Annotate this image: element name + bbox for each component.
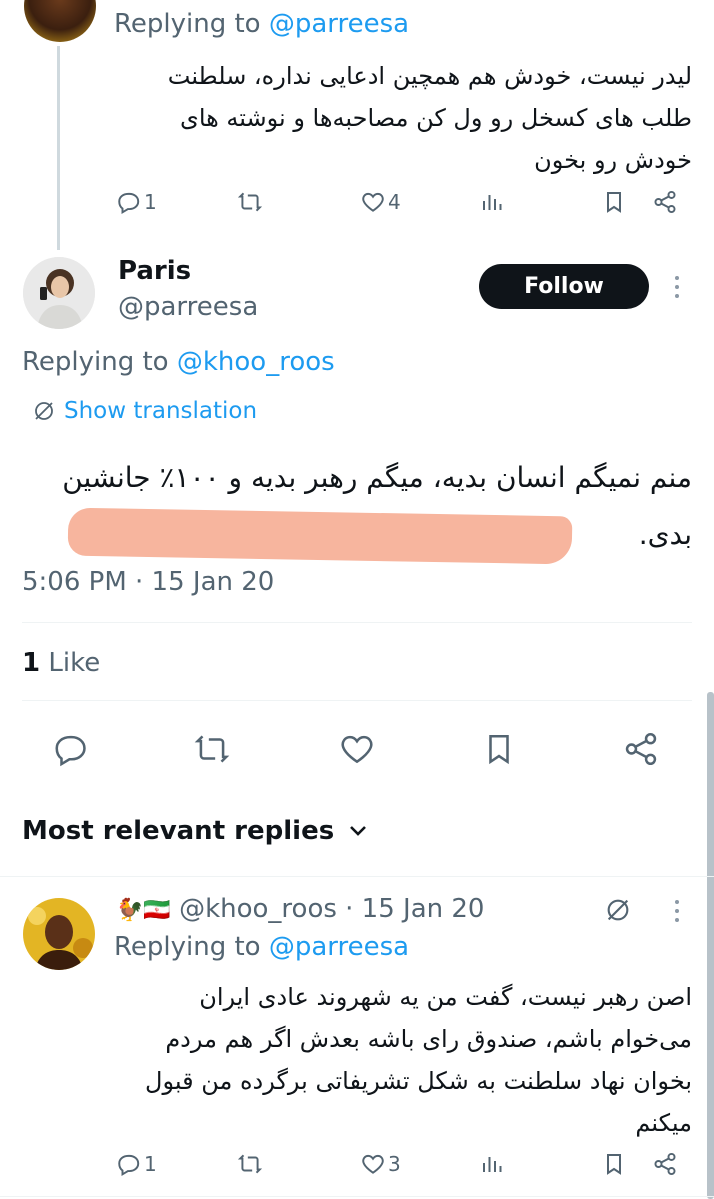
likes-summary[interactable]: 1 Like xyxy=(22,648,100,678)
avatar-khoo-roos-top[interactable] xyxy=(24,0,96,42)
repost-icon xyxy=(194,735,230,763)
more-vertical-icon xyxy=(675,900,679,922)
views-button[interactable] xyxy=(480,190,504,214)
heart-icon xyxy=(360,189,386,215)
globe-slash-icon xyxy=(32,399,56,423)
replying-to-prefix: Replying to xyxy=(114,932,261,962)
more-options-button[interactable] xyxy=(670,272,684,306)
replying-to-prefix: Replying to xyxy=(22,347,169,377)
replying-to-prefix: Replying to xyxy=(114,9,261,39)
bookmark-icon xyxy=(489,734,509,765)
divider xyxy=(0,876,714,877)
replies-sort-dropdown[interactable]: Most relevant replies xyxy=(22,816,368,846)
share-button[interactable] xyxy=(652,189,678,215)
main-share-button[interactable] xyxy=(622,730,660,772)
user-flags: 🐓🇮🇷 xyxy=(116,898,171,923)
like-button[interactable]: 4 xyxy=(360,189,401,215)
tweet-text-line2: بدی. xyxy=(638,518,692,551)
avatar-paris-picture xyxy=(23,257,95,329)
comment-icon xyxy=(116,1151,142,1177)
avatar-paris[interactable] xyxy=(23,257,95,329)
bookmark-icon xyxy=(602,1151,626,1177)
repost-icon xyxy=(236,189,264,215)
replies-sort-label: Most relevant replies xyxy=(22,816,335,846)
reply-handle[interactable]: @khoo_roos xyxy=(179,894,337,924)
author-name[interactable]: Paris xyxy=(118,256,191,286)
bookmark-button[interactable] xyxy=(602,189,626,215)
replying-to-line: Replying to @parreesa xyxy=(114,932,409,962)
share-icon xyxy=(625,733,657,765)
show-translation-link[interactable]: Show translation xyxy=(32,398,257,424)
heart-icon xyxy=(341,735,373,764)
reply-header: 🐓🇮🇷 @khoo_roos · 15 Jan 20 xyxy=(116,894,484,924)
reply-count: 1 xyxy=(144,190,157,214)
replying-to-line: Replying to @khoo_roos xyxy=(22,347,335,377)
tweet-text-line1: منم نمیگم انسان بدیه، میگم رهبر بدیه و ۱… xyxy=(62,461,692,494)
avatar-khoo-roos[interactable] xyxy=(23,898,95,970)
avatar-khoo-roos-picture xyxy=(23,898,95,970)
replying-to-line: Replying to @parreesa xyxy=(114,9,409,39)
more-options-button[interactable] xyxy=(670,896,684,930)
replying-to-handle[interactable]: @parreesa xyxy=(269,9,409,39)
chevron-down-icon xyxy=(348,824,368,838)
tweet-timestamp[interactable]: 5:06 PM · 15 Jan 20 xyxy=(22,567,274,597)
heart-icon xyxy=(360,1151,386,1177)
views-icon xyxy=(480,190,504,214)
share-button[interactable] xyxy=(652,1151,678,1177)
reply-text: اصن رهبر نیست، گفت من یه شهروند عادی ایر… xyxy=(145,983,692,1137)
share-icon xyxy=(652,1151,678,1177)
like-button[interactable]: 3 xyxy=(360,1151,401,1177)
translate-button[interactable] xyxy=(604,896,632,928)
follow-button-label: Follow xyxy=(524,274,604,299)
views-icon xyxy=(480,1152,504,1176)
divider xyxy=(0,1196,714,1197)
reply-time[interactable]: · 15 Jan 20 xyxy=(345,894,484,924)
reply-count: 1 xyxy=(144,1152,157,1176)
globe-slash-icon xyxy=(607,899,629,921)
share-icon xyxy=(652,189,678,215)
likes-count: 1 xyxy=(22,648,41,678)
thread-line xyxy=(57,46,60,250)
likes-label: Like xyxy=(48,648,101,678)
repost-button[interactable] xyxy=(236,1151,264,1177)
more-vertical-icon xyxy=(675,276,679,298)
author-handle[interactable]: @parreesa xyxy=(118,292,258,322)
comment-icon xyxy=(55,735,86,767)
like-count: 4 xyxy=(388,190,401,214)
comment-icon xyxy=(116,189,142,215)
divider xyxy=(22,622,692,623)
views-button[interactable] xyxy=(480,1152,504,1176)
bookmark-button[interactable] xyxy=(602,1151,626,1177)
main-repost-button[interactable] xyxy=(192,730,232,772)
main-bookmark-button[interactable] xyxy=(482,730,516,772)
reply-text: لیدر نیست، خودش هم همچین ادعایی نداره، س… xyxy=(167,62,692,174)
replying-to-handle[interactable]: @khoo_roos xyxy=(177,347,335,377)
show-translation-label: Show translation xyxy=(64,398,258,424)
redaction-mark xyxy=(67,507,573,565)
scrollbar[interactable] xyxy=(707,692,714,1199)
reply-button[interactable]: 1 xyxy=(116,189,157,215)
reply-button[interactable]: 1 xyxy=(116,1151,157,1177)
like-count: 3 xyxy=(388,1152,401,1176)
main-like-button[interactable] xyxy=(338,730,376,772)
repost-button[interactable] xyxy=(236,189,264,215)
follow-button[interactable]: Follow xyxy=(479,264,649,309)
bookmark-icon xyxy=(602,189,626,215)
replying-to-handle[interactable]: @parreesa xyxy=(269,932,409,962)
main-reply-button[interactable] xyxy=(52,730,90,772)
repost-icon xyxy=(236,1151,264,1177)
divider xyxy=(22,700,692,701)
